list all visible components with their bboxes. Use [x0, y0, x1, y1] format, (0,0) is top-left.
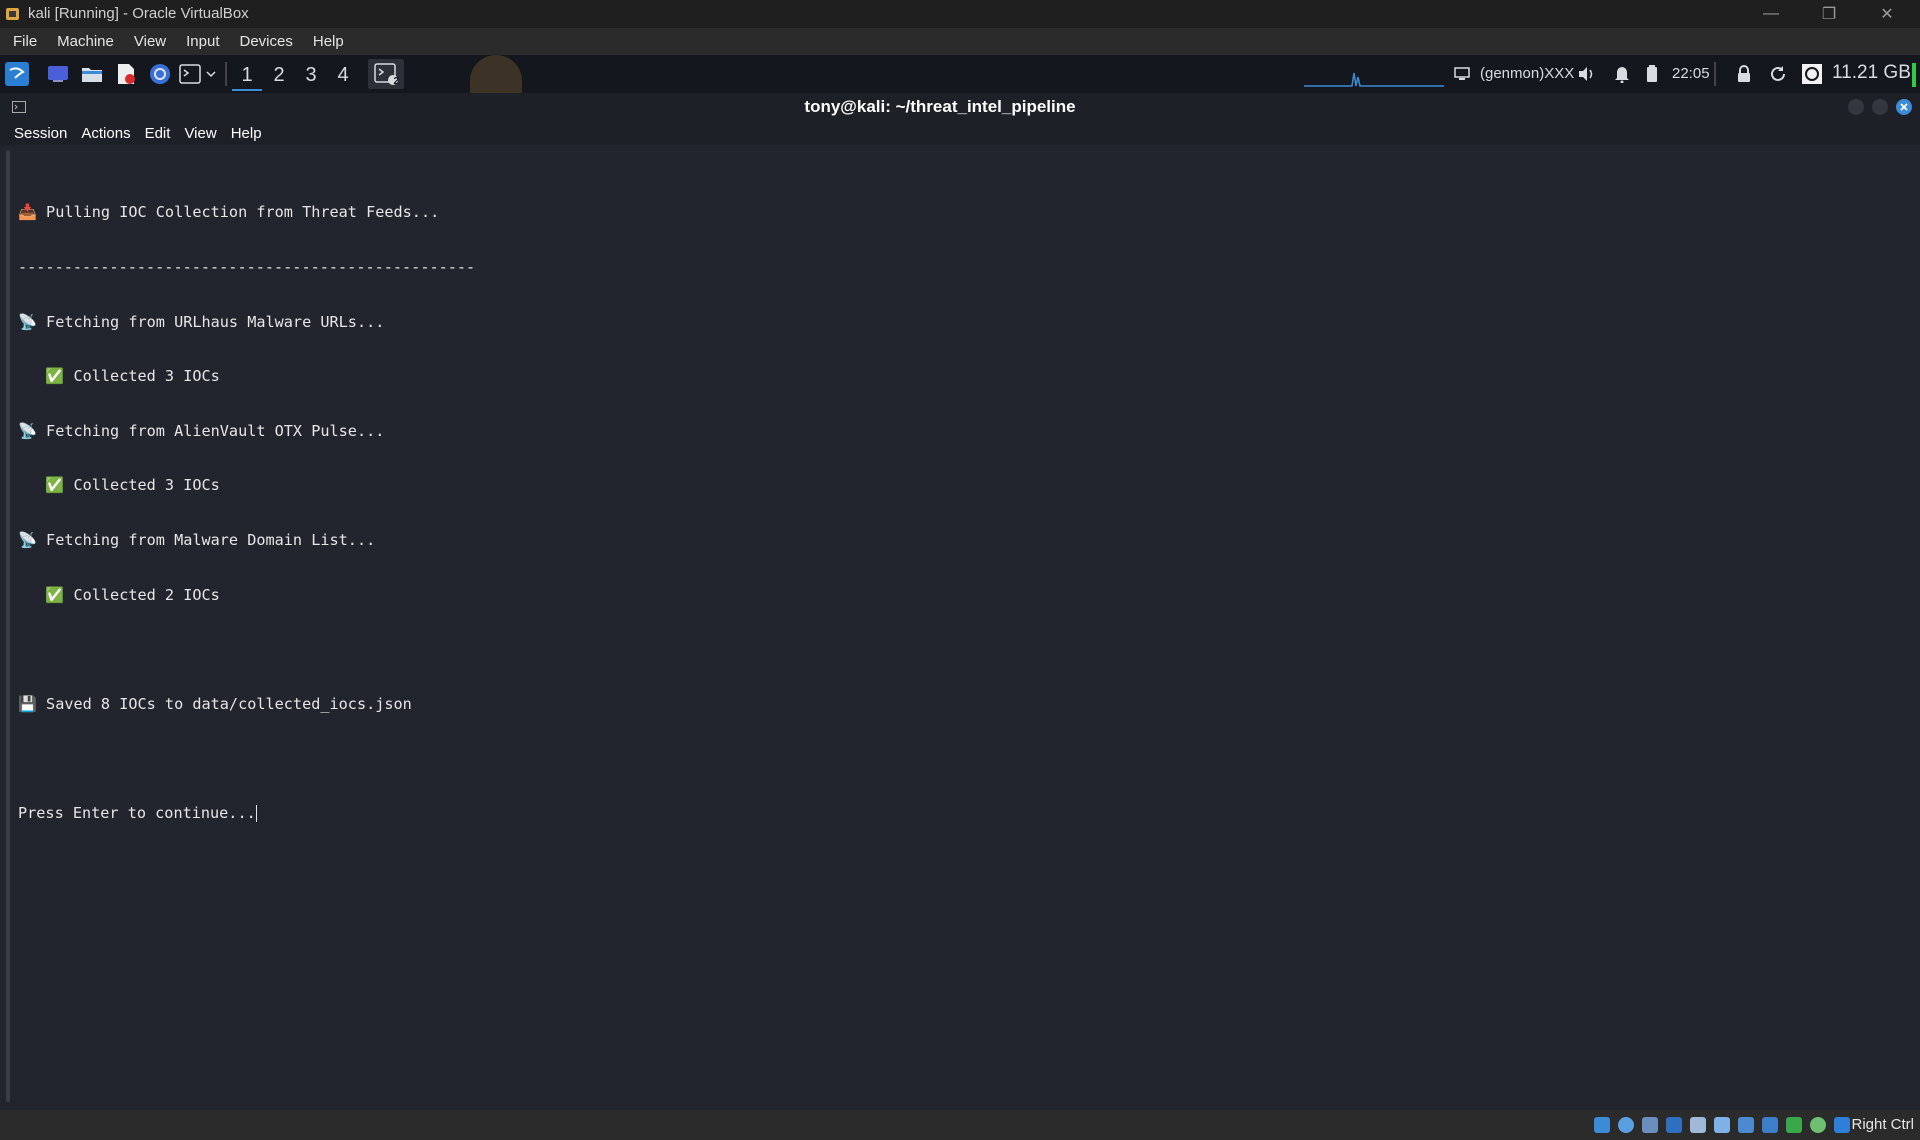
file-manager-icon[interactable] [80, 62, 104, 86]
terminal-menu-view[interactable]: View [184, 125, 216, 142]
hard-disk-icon[interactable] [1594, 1117, 1610, 1133]
terminal-menu-edit[interactable]: Edit [145, 125, 171, 142]
clock[interactable]: 22:05 [1672, 65, 1710, 82]
terminal-maximize-button[interactable] [1872, 99, 1888, 115]
audio-icon[interactable] [1642, 1117, 1658, 1133]
usb-icon[interactable] [1690, 1117, 1706, 1133]
monitor-icon[interactable] [1452, 62, 1472, 86]
cpu-graph [1304, 67, 1444, 87]
text-cursor [255, 804, 257, 822]
host-key-label: Right Ctrl [1851, 1116, 1914, 1133]
workspace-4[interactable]: 4 [328, 61, 358, 89]
workspace-2[interactable]: 2 [264, 61, 294, 89]
terminal-line: ----------------------------------------… [18, 258, 476, 276]
terminal-minimize-button[interactable] [1848, 99, 1864, 115]
terminal-menu-bar: Session Actions Edit View Help [0, 121, 1920, 145]
battery-icon[interactable] [1644, 62, 1660, 86]
power-icon[interactable] [1800, 62, 1824, 86]
menu-file[interactable]: File [13, 33, 37, 50]
terminal-prompt-line: Press Enter to continue... [18, 804, 475, 822]
terminal-line: ✅ Collected 2 IOCs [18, 585, 220, 604]
panel-separator [1714, 62, 1716, 86]
taskbar-terminal-button[interactable]: 2 [368, 59, 404, 89]
virtualbox-status-bar: Right Ctrl [0, 1110, 1920, 1140]
recording-icon[interactable] [1762, 1117, 1778, 1133]
menu-help[interactable]: Help [313, 33, 344, 50]
terminal-scrollbar[interactable] [6, 150, 10, 1102]
optical-drive-icon[interactable] [1618, 1117, 1634, 1133]
text-editor-icon[interactable] [114, 62, 138, 86]
terminal-close-button[interactable] [1896, 99, 1912, 115]
kali-menu-icon[interactable] [4, 62, 30, 86]
terminal-line: 📡 Fetching from Malware Domain List... [18, 530, 376, 549]
panel-separator [225, 62, 227, 86]
menu-input[interactable]: Input [186, 33, 219, 50]
virtualbox-app-icon [6, 8, 19, 20]
chevron-down-icon[interactable] [204, 62, 218, 86]
terminal-menu-session[interactable]: Session [14, 125, 67, 142]
terminal-menu-help[interactable]: Help [231, 125, 262, 142]
terminal-line: ✅ Collected 3 IOCs [18, 476, 220, 495]
terminal-title: tony@kali: ~/threat_intel_pipeline [804, 97, 1076, 116]
memory-usage-bar [1912, 63, 1916, 87]
terminal-line: 📡 Fetching from URLhaus Malware URLs... [18, 312, 385, 331]
terminal-count-badge: 2 [393, 76, 399, 87]
terminal-line: ✅ Collected 3 IOCs [18, 367, 220, 386]
desktop-icon[interactable] [46, 62, 70, 86]
display-icon[interactable] [1738, 1117, 1754, 1133]
keyboard-capture-icon[interactable] [1834, 1117, 1850, 1133]
browser-icon[interactable] [148, 62, 172, 86]
refresh-icon[interactable] [1768, 62, 1788, 86]
window-title: kali [Running] - Oracle VirtualBox [28, 5, 249, 22]
genmon-plugin-text[interactable]: (genmon)XXX [1480, 65, 1574, 82]
terminal-line: 📥 Pulling IOC Collection from Threat Fee… [18, 203, 440, 222]
minimize-button[interactable]: — [1742, 0, 1800, 28]
terminal-output: 📥 Pulling IOC Collection from Threat Fee… [18, 167, 475, 840]
restore-button[interactable]: ❐ [1800, 0, 1858, 28]
terminal-line: 📡 Fetching from AlienVault OTX Pulse... [18, 421, 385, 440]
menu-devices[interactable]: Devices [240, 33, 293, 50]
network-icon[interactable] [1666, 1117, 1682, 1133]
mouse-integration-icon[interactable] [1810, 1117, 1826, 1133]
volume-icon[interactable] [1576, 62, 1596, 86]
virtualbox-menu-bar: File Machine View Input Devices Help [0, 28, 1920, 55]
close-button[interactable]: ✕ [1858, 0, 1916, 28]
menu-machine[interactable]: Machine [57, 33, 114, 50]
kali-top-panel: 1 2 3 4 2 (genmon)XXX 22:05 11.21 GB [0, 55, 1920, 93]
lock-screen-icon[interactable] [1734, 62, 1754, 86]
terminal-title-bar: tony@kali: ~/threat_intel_pipeline [0, 93, 1920, 121]
menu-view[interactable]: View [134, 33, 166, 50]
virtualbox-title-bar: kali [Running] - Oracle VirtualBox — ❐ ✕ [0, 0, 1920, 28]
notification-bell-icon[interactable] [1612, 62, 1632, 86]
workspace-3[interactable]: 3 [296, 61, 326, 89]
shared-folders-icon[interactable] [1714, 1117, 1730, 1133]
workspace-1[interactable]: 1 [232, 61, 262, 91]
terminal-menu-actions[interactable]: Actions [81, 125, 130, 142]
terminal-line: 💾 Saved 8 IOCs to data/collected_iocs.js… [18, 694, 412, 713]
wallpaper-shape [470, 55, 522, 93]
prompt-text: Press Enter to continue... [18, 803, 256, 822]
terminal-launcher-icon[interactable] [178, 62, 202, 86]
cpu-activity-icon[interactable] [1786, 1117, 1802, 1133]
memory-usage-text: 11.21 GB [1832, 62, 1911, 83]
